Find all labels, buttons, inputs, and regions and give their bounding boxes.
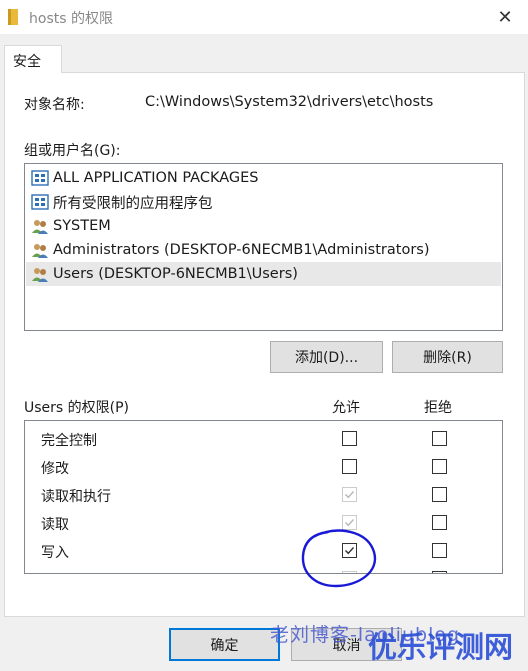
- permission-name: 读取和执行: [41, 489, 111, 505]
- users-icon: [32, 268, 48, 282]
- list-item-users[interactable]: Users (DESKTOP-6NECMB1\Users): [26, 262, 501, 286]
- allow-header: 允许: [332, 400, 360, 416]
- list-item-system[interactable]: SYSTEM: [26, 214, 501, 238]
- remove-button-label: 删除(R): [423, 350, 472, 366]
- permission-row-partial: [25, 565, 481, 573]
- close-button[interactable]: ✕: [482, 0, 528, 34]
- object-name-label: 对象名称:: [24, 97, 85, 113]
- permission-row-modify: 修改: [25, 453, 481, 481]
- checkmark-icon: [345, 491, 355, 499]
- permission-row-read-execute: 读取和执行: [25, 481, 481, 509]
- annotation-circle: [301, 529, 377, 588]
- deny-checkbox[interactable]: [432, 515, 447, 530]
- permission-name: 修改: [41, 461, 69, 477]
- permission-name: 读取: [41, 517, 69, 533]
- groups-listbox[interactable]: ALL APPLICATION PACKAGES 所有受限制的应用程序包 SYS…: [24, 163, 503, 331]
- allow-checkbox[interactable]: [342, 459, 357, 474]
- app-packages-icon: [31, 194, 49, 210]
- list-item-all-app-packages[interactable]: ALL APPLICATION PACKAGES: [26, 166, 501, 190]
- deny-checkbox[interactable]: [432, 431, 447, 446]
- watermark-right: 优乐评测网: [368, 630, 514, 664]
- ok-button-label: 确定: [210, 637, 239, 654]
- deny-header: 拒绝: [424, 400, 452, 416]
- permission-name: 写入: [41, 545, 69, 561]
- list-item-administrators[interactable]: Administrators (DESKTOP-6NECMB1\Administ…: [26, 238, 501, 262]
- groups-label: 组或用户名(G):: [24, 143, 121, 159]
- deny-checkbox[interactable]: [432, 543, 447, 558]
- allow-checkbox[interactable]: [342, 487, 357, 502]
- deny-checkbox[interactable]: [432, 571, 447, 573]
- list-item-label: Users (DESKTOP-6NECMB1\Users): [53, 266, 298, 282]
- permission-row-full-control: 完全控制: [25, 425, 481, 453]
- list-item-label: SYSTEM: [53, 218, 111, 234]
- permission-row-read: 读取: [25, 509, 481, 537]
- list-item-label: ALL APPLICATION PACKAGES: [53, 170, 259, 186]
- permission-name: 完全控制: [41, 433, 97, 449]
- add-button-label: 添加(D)...: [294, 350, 359, 366]
- deny-checkbox[interactable]: [432, 487, 447, 502]
- list-item-label: 所有受限制的应用程序包: [53, 195, 213, 212]
- permission-row-write: 写入: [25, 537, 481, 565]
- tab-security[interactable]: 安全: [4, 45, 62, 73]
- remove-button[interactable]: 删除(R): [392, 341, 503, 373]
- users-icon: [32, 220, 48, 234]
- app-packages-icon: [31, 170, 49, 186]
- permissions-list[interactable]: 完全控制 修改 读取和执行 读取 写入: [24, 420, 503, 574]
- allow-checkbox[interactable]: [342, 431, 357, 446]
- add-button[interactable]: 添加(D)...: [270, 341, 383, 373]
- ok-button[interactable]: 确定: [169, 628, 280, 661]
- file-icon: [8, 9, 18, 25]
- list-item-label: Administrators (DESKTOP-6NECMB1\Administ…: [53, 242, 430, 258]
- close-icon: ✕: [497, 6, 513, 28]
- users-icon: [32, 244, 48, 258]
- title-bar: hosts 的权限 ✕: [0, 0, 528, 34]
- tab-security-label: 安全: [13, 54, 41, 70]
- window-title: hosts 的权限: [29, 11, 113, 27]
- object-name-value: C:\Windows\System32\drivers\etc\hosts: [145, 94, 434, 110]
- deny-checkbox[interactable]: [432, 459, 447, 474]
- permissions-label: Users 的权限(P): [24, 400, 130, 416]
- list-item-restricted-app-packages[interactable]: 所有受限制的应用程序包: [26, 190, 501, 214]
